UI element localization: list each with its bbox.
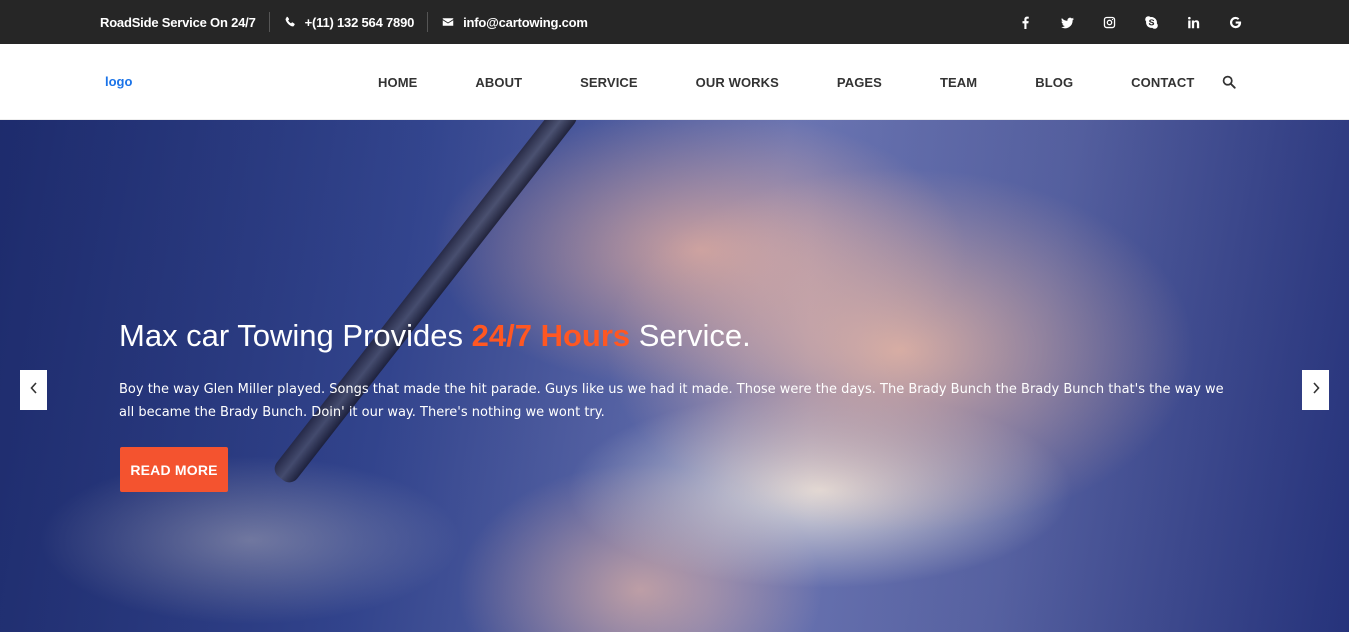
social-links [1011,0,1263,44]
top-bar: RoadSide Service On 24/7 +(11) 132 564 7… [0,0,1349,44]
instagram-icon[interactable] [1095,8,1123,36]
contact-info: RoadSide Service On 24/7 +(11) 132 564 7… [100,0,588,44]
linkedin-icon[interactable] [1179,8,1207,36]
nav-item-about[interactable]: ABOUT [446,75,551,90]
nav-item-service[interactable]: SERVICE [551,75,667,90]
main-navbar: logo HOME ABOUT SERVICE OUR WORKS PAGES … [0,44,1349,120]
phone-item[interactable]: +(11) 132 564 7890 [283,12,415,32]
nav-item-blog[interactable]: BLOG [1006,75,1102,90]
hero-overlay [0,120,1349,632]
slider-next-button[interactable] [1302,370,1329,410]
roadside-text: RoadSide Service On 24/7 [100,14,256,30]
hero-description: Boy the way Glen Miller played. Songs th… [119,382,1224,420]
nav-item-our-works[interactable]: OUR WORKS [667,75,808,90]
chevron-right-icon [1311,381,1321,399]
email-address: info@cartowing.com [463,14,588,30]
hero-title: Max car Towing Provides 24/7 Hours Servi… [119,318,751,354]
nav-item-contact[interactable]: CONTACT [1102,75,1223,90]
read-more-button[interactable]: READ MORE [120,447,228,492]
nav-item-home[interactable]: HOME [349,75,446,90]
twitter-icon[interactable] [1053,8,1081,36]
logo[interactable]: logo [105,74,132,89]
phone-number: +(11) 132 564 7890 [304,14,415,30]
divider [427,12,429,32]
google-icon[interactable] [1221,8,1249,36]
hero-title-highlight: 24/7 Hours [471,318,631,353]
facebook-icon[interactable] [1011,8,1039,36]
divider [268,12,270,32]
email-item[interactable]: info@cartowing.com [441,12,588,32]
hero-slider: Max car Towing Provides 24/7 Hours Servi… [0,120,1349,632]
envelope-icon [441,15,455,29]
hero-title-pre: Max car Towing Provides [119,318,472,353]
phone-icon [283,15,297,29]
skype-icon[interactable] [1137,8,1165,36]
nav-item-pages[interactable]: PAGES [808,75,911,90]
search-icon[interactable] [1222,75,1238,91]
slider-prev-button[interactable] [20,370,47,410]
hero-title-post: Service. [630,318,751,353]
main-menu: HOME ABOUT SERVICE OUR WORKS PAGES TEAM … [349,44,1223,120]
chevron-left-icon [29,381,39,399]
nav-item-team[interactable]: TEAM [911,75,1006,90]
